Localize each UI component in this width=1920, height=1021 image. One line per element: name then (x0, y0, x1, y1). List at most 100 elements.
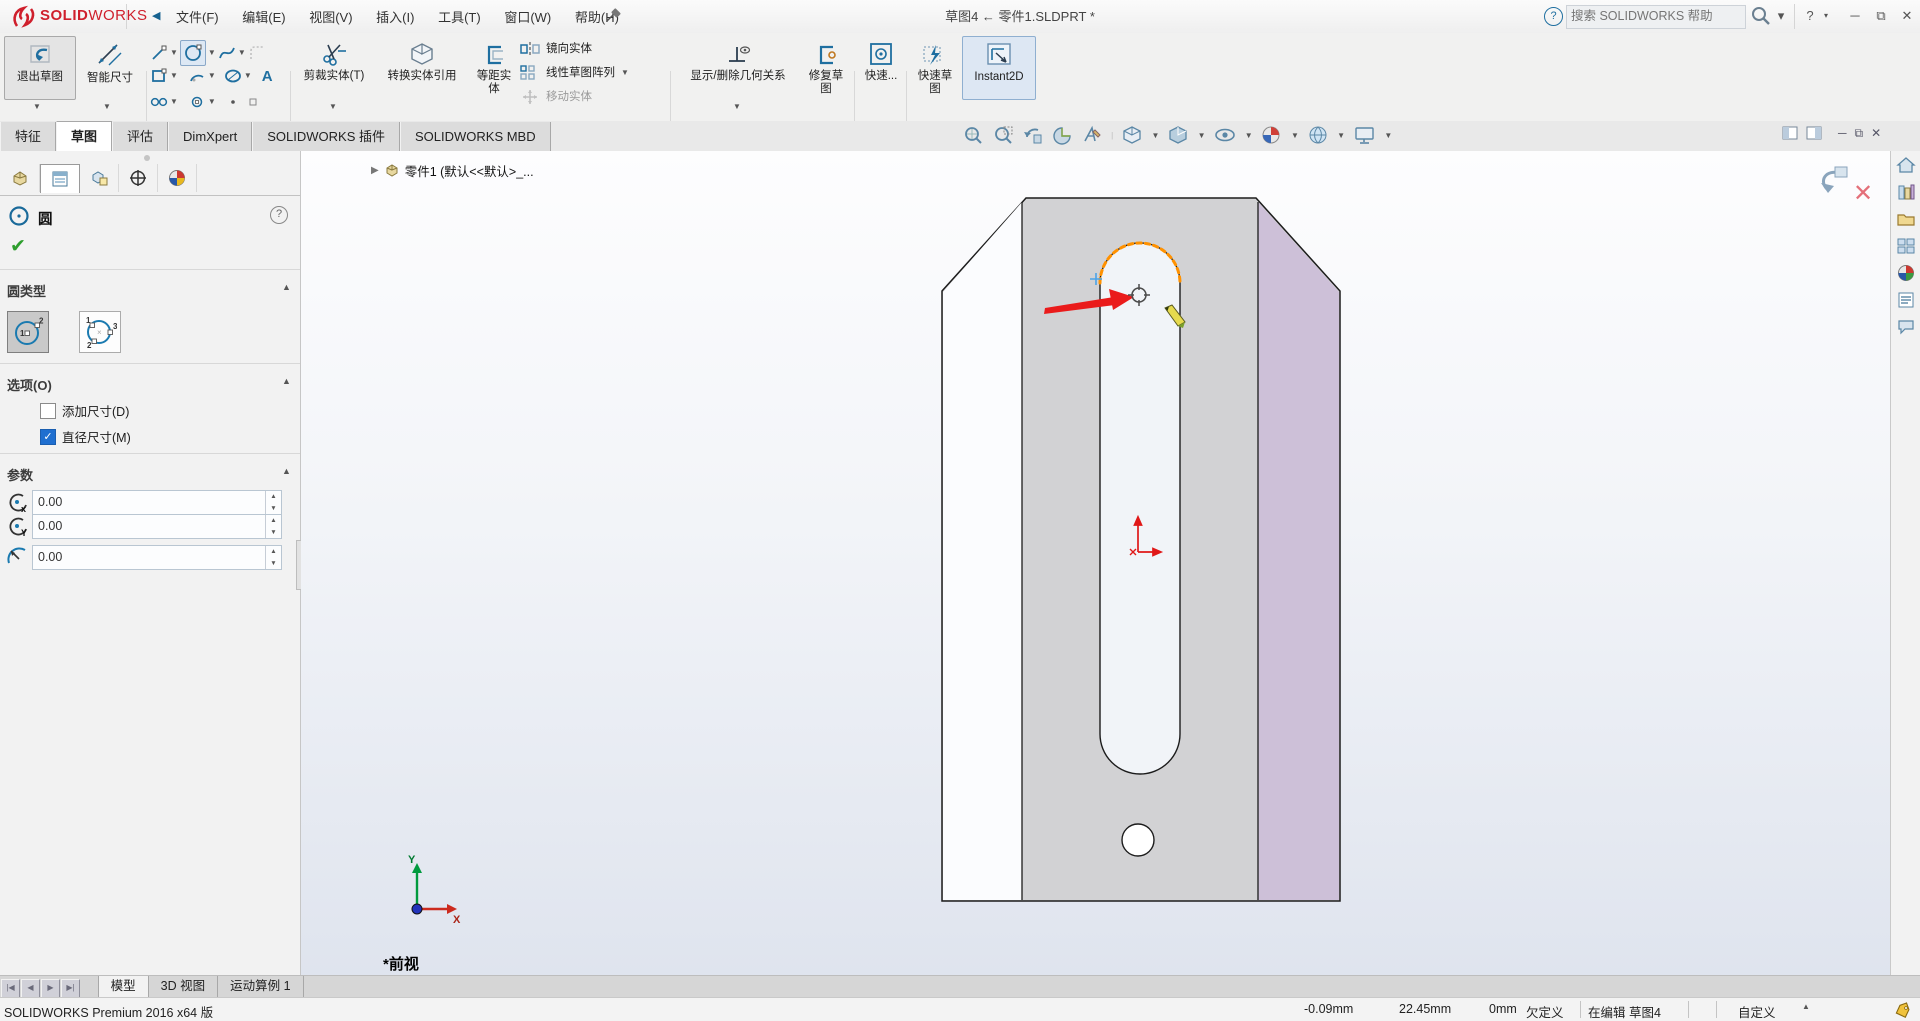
doc-minimize-icon[interactable]: ─ (1838, 126, 1847, 141)
confirmation-corner-sketch-icon[interactable] (1811, 165, 1851, 199)
view-settings-dropdown-icon[interactable]: ▼ (1384, 132, 1392, 140)
nav-first-button[interactable]: |◀ (1, 979, 20, 998)
search-input[interactable] (1567, 6, 1745, 26)
menu-file[interactable]: 文件(F) (166, 0, 229, 33)
relations-dropdown-icon[interactable]: ▼ (733, 103, 741, 111)
tag-icon[interactable] (1894, 1002, 1912, 1018)
motion-study-tab[interactable]: 运动算例 1 (218, 976, 303, 997)
pane-right-icon[interactable] (1806, 126, 1822, 140)
view-orientation-icon[interactable] (1122, 125, 1143, 146)
ellipse-dropdown-icon[interactable]: ▼ (244, 72, 252, 80)
exit-sketch-dropdown-icon[interactable]: ▼ (33, 103, 41, 111)
view-settings-icon[interactable] (1354, 125, 1376, 146)
pm-ok-button[interactable]: ✔ (10, 235, 26, 258)
menu-view[interactable]: 视图(V) (299, 0, 362, 33)
section-circle-type-collapse-icon[interactable]: ▲ (282, 282, 291, 292)
linear-pattern-dropdown-icon[interactable]: ▼ (621, 69, 629, 77)
exit-sketch-button[interactable]: 退出草图 (4, 36, 76, 100)
section-parameters-collapse-icon[interactable]: ▲ (282, 466, 291, 476)
menu-tools[interactable]: 工具(T) (428, 0, 491, 33)
appearances-tab[interactable] (1891, 259, 1920, 286)
menu-edit[interactable]: 编辑(E) (232, 0, 295, 33)
pin-menu-icon[interactable] (604, 8, 622, 24)
arc-tool-icon[interactable] (188, 66, 206, 86)
section-parameters[interactable]: 参数 (7, 465, 33, 484)
tab-features[interactable]: 特征 (0, 122, 56, 151)
previous-view-icon[interactable] (1022, 125, 1043, 146)
tab-dimxpert[interactable]: DimXpert (168, 122, 252, 151)
panel-resize-dot[interactable] (144, 155, 150, 161)
hole-circle[interactable] (1122, 824, 1154, 856)
sw-forum-tab[interactable] (1891, 313, 1920, 340)
menu-insert[interactable]: 插入(I) (366, 0, 424, 33)
propertymanager-tab[interactable] (40, 164, 80, 193)
model-tab[interactable]: 模型 (98, 976, 149, 997)
tab-sketch[interactable]: 草图 (56, 121, 112, 151)
instant2d-button[interactable]: Instant2D (962, 36, 1036, 100)
centerline-dropdown-icon[interactable]: ▼ (170, 98, 178, 106)
perimeter-circle-type-button[interactable]: 1 2 3 × (79, 311, 121, 353)
convert-entities-button[interactable]: 转换实体引用 (374, 38, 470, 100)
spline-dropdown-icon[interactable]: ▼ (238, 49, 246, 57)
construction-tool-icon[interactable] (244, 92, 262, 112)
nav-last-button[interactable]: ▶| (61, 979, 80, 998)
menu-collapse-icon[interactable]: ◀ (152, 9, 160, 22)
configurationmanager-tab[interactable] (80, 164, 119, 192)
rapid-sketch-button[interactable]: 快速草图 (910, 38, 960, 114)
pm-help-icon[interactable]: ? (270, 206, 288, 224)
file-explorer-tab[interactable] (1891, 205, 1920, 232)
ellipse-tool-icon[interactable] (224, 66, 242, 86)
section-circle-type[interactable]: 圆类型 (7, 281, 46, 300)
center-y-spinner[interactable]: ▲▼ (265, 515, 281, 538)
smart-dimension-dropdown-icon[interactable]: ▼ (103, 103, 111, 111)
help-dropdown-icon[interactable]: ▾ (1820, 4, 1832, 28)
design-library-tab[interactable] (1891, 178, 1920, 205)
part-face-lavender[interactable] (1258, 202, 1339, 900)
nav-next-button[interactable]: ▶ (41, 979, 60, 998)
edit-appearance-icon[interactable] (1261, 125, 1282, 146)
menu-window[interactable]: 窗口(W) (494, 0, 561, 33)
display-style-icon[interactable] (1168, 125, 1189, 146)
hide-show-items-icon[interactable] (1214, 125, 1236, 146)
part-face-white[interactable] (943, 202, 1022, 900)
rectangle-dropdown-icon[interactable]: ▼ (170, 72, 178, 80)
center-circle-type-button[interactable]: 1 2 (7, 311, 49, 353)
apply-scene-icon[interactable] (1308, 125, 1329, 146)
dimxpertmanager-tab[interactable] (119, 164, 158, 192)
help-circle-icon[interactable]: ? (1544, 7, 1563, 26)
spline-tool-icon[interactable] (218, 43, 236, 63)
point-tool-icon[interactable] (224, 92, 242, 112)
close-button[interactable]: ✕ (1894, 4, 1920, 28)
tab-sw-addins[interactable]: SOLIDWORKS 插件 (252, 122, 400, 151)
featuremanager-tab[interactable] (1, 164, 40, 192)
text-tool-icon[interactable]: A (262, 68, 273, 85)
help-menu-button[interactable]: ? (1802, 4, 1818, 28)
radius-spinner[interactable]: ▲▼ (265, 546, 281, 569)
graphics-area[interactable]: ▶ 零件1 (默认<<默认>_... (301, 151, 1890, 975)
zoom-area-icon[interactable] (993, 125, 1014, 146)
pane-left-icon[interactable] (1782, 126, 1798, 140)
line-tool-icon[interactable] (150, 43, 168, 63)
view-orientation-dropdown-icon[interactable]: ▼ (1151, 132, 1159, 140)
circle-tool-icon[interactable] (180, 40, 206, 66)
restore-button[interactable]: ⧉ (1868, 4, 1894, 28)
view3d-tab[interactable]: 3D 视图 (149, 976, 218, 997)
smart-dimension-button[interactable]: 智能尺寸 (77, 38, 143, 100)
apply-scene-dropdown-icon[interactable]: ▼ (1337, 132, 1345, 140)
repair-sketch-button[interactable]: 修复草图 (800, 38, 852, 114)
center-y-input[interactable] (33, 515, 261, 536)
line-dropdown-icon[interactable]: ▼ (170, 49, 178, 57)
doc-restore-icon[interactable]: ⧉ (1855, 126, 1864, 141)
hide-show-dropdown-icon[interactable]: ▼ (1245, 132, 1253, 140)
search-dropdown-icon[interactable]: ▾ (1774, 4, 1788, 28)
slot-dropdown-icon[interactable]: ▼ (208, 98, 216, 106)
display-style-dropdown-icon[interactable]: ▼ (1198, 132, 1206, 140)
tab-sw-mbd[interactable]: SOLIDWORKS MBD (400, 122, 551, 151)
status-units-dropdown-icon[interactable]: ▲ (1802, 1002, 1810, 1011)
add-dimension-checkbox[interactable] (40, 403, 56, 419)
center-x-spinner[interactable]: ▲▼ (265, 491, 281, 514)
status-units-selector[interactable]: 自定义 (1738, 1002, 1776, 1021)
annotation-view-icon[interactable] (1082, 125, 1103, 146)
quick-snaps-button[interactable]: 快速... (858, 38, 904, 100)
section-options-collapse-icon[interactable]: ▲ (282, 376, 291, 386)
